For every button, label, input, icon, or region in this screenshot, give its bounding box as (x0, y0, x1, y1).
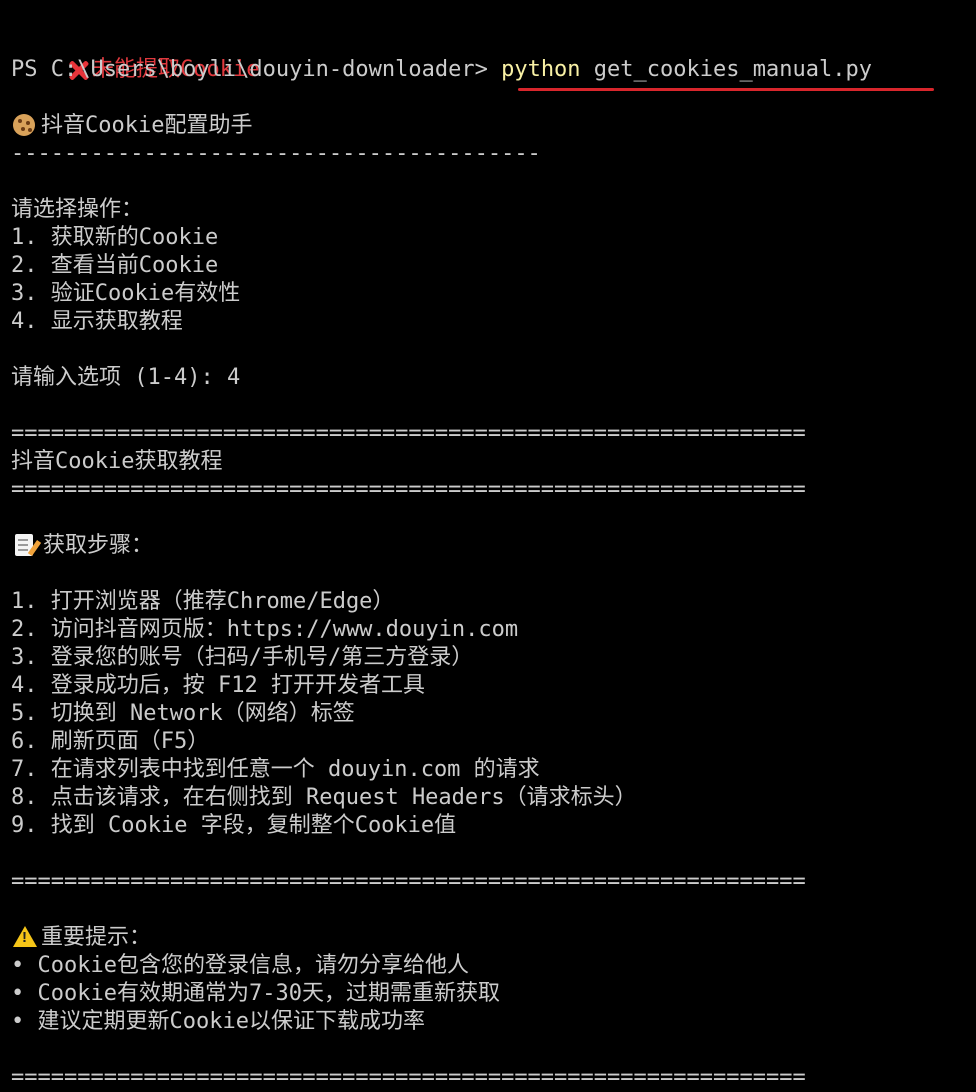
tutorial-rule-bottom: ========================================… (11, 477, 806, 502)
warning-heading-line: 重要提示： (11, 924, 971, 952)
step-item-4: 4. 登录成功后，按 F12 打开开发者工具 (11, 673, 425, 698)
menu-option-2: 2. 查看当前Cookie (11, 253, 219, 278)
header-title: 抖音Cookie配置助手 (41, 113, 253, 138)
tutorial-rule-middle: ========================================… (11, 869, 806, 894)
command-highlight-underline (518, 88, 934, 91)
input-value[interactable]: 4 (227, 365, 240, 390)
menu-option-4: 4. 显示获取教程 (11, 309, 183, 334)
prompt-path: PS C:\Users\boyli\douyin-downloader> (11, 57, 502, 82)
memo-icon (15, 534, 33, 556)
menu-prompt: 请选择操作： (11, 197, 144, 222)
menu-option-1: 1. 获取新的Cookie (11, 225, 219, 250)
command-prompt-line: PS C:\Users\boyli\douyin-downloader> pyt… (11, 56, 971, 84)
step-item-5: 5. 切换到 Network（网络）标签 (11, 701, 355, 726)
step-item-6: 6. 刷新页面（F5） (11, 729, 210, 754)
warning-icon (13, 926, 37, 947)
warning-heading: 重要提示： (41, 925, 152, 950)
step-item-3: 3. 登录您的账号（扫码/手机号/第三方登录） (11, 645, 474, 670)
input-line[interactable]: 请输入选项 (1-4): 4 (11, 364, 971, 392)
command-name: python (501, 57, 581, 82)
step-item-8: 8. 点击该请求，在右侧找到 Request Headers（请求标头） (11, 785, 637, 810)
terminal-output[interactable]: 未能提取Cookie PS C:\Users\boyli\douyin-down… (11, 28, 971, 1092)
step-item-7: 7. 在请求列表中找到任意一个 douyin.com 的请求 (11, 757, 540, 782)
header-title-line: 抖音Cookie配置助手 (11, 112, 971, 140)
tutorial-rule-end: ========================================… (11, 1065, 806, 1090)
steps-heading-line: 获取步骤： (11, 532, 971, 560)
step-item-2: 2. 访问抖音网页版：https://www.douyin.com (11, 617, 519, 642)
input-prompt: 请输入选项 (1-4): (11, 365, 227, 390)
tip-item-3: • 建议定期更新Cookie以保证下载成功率 (11, 1009, 425, 1034)
error-line: 未能提取Cookie (11, 28, 971, 82)
steps-heading: 获取步骤： (43, 533, 154, 558)
step-item-1: 1. 打开浏览器（推荐Chrome/Edge） (11, 589, 395, 614)
cookie-icon (13, 114, 35, 136)
tip-item-1: • Cookie包含您的登录信息，请勿分享给他人 (11, 953, 469, 978)
command-args: get_cookies_manual.py (580, 57, 872, 82)
tutorial-rule-top: ========================================… (11, 421, 806, 446)
menu-option-3: 3. 验证Cookie有效性 (11, 281, 241, 306)
header-rule: ---------------------------------------- (11, 141, 541, 166)
tutorial-title: 抖音Cookie获取教程 (11, 449, 223, 474)
tip-item-2: • Cookie有效期通常为7-30天，过期需重新获取 (11, 981, 500, 1006)
step-item-9: 9. 找到 Cookie 字段，复制整个Cookie值 (11, 813, 457, 838)
